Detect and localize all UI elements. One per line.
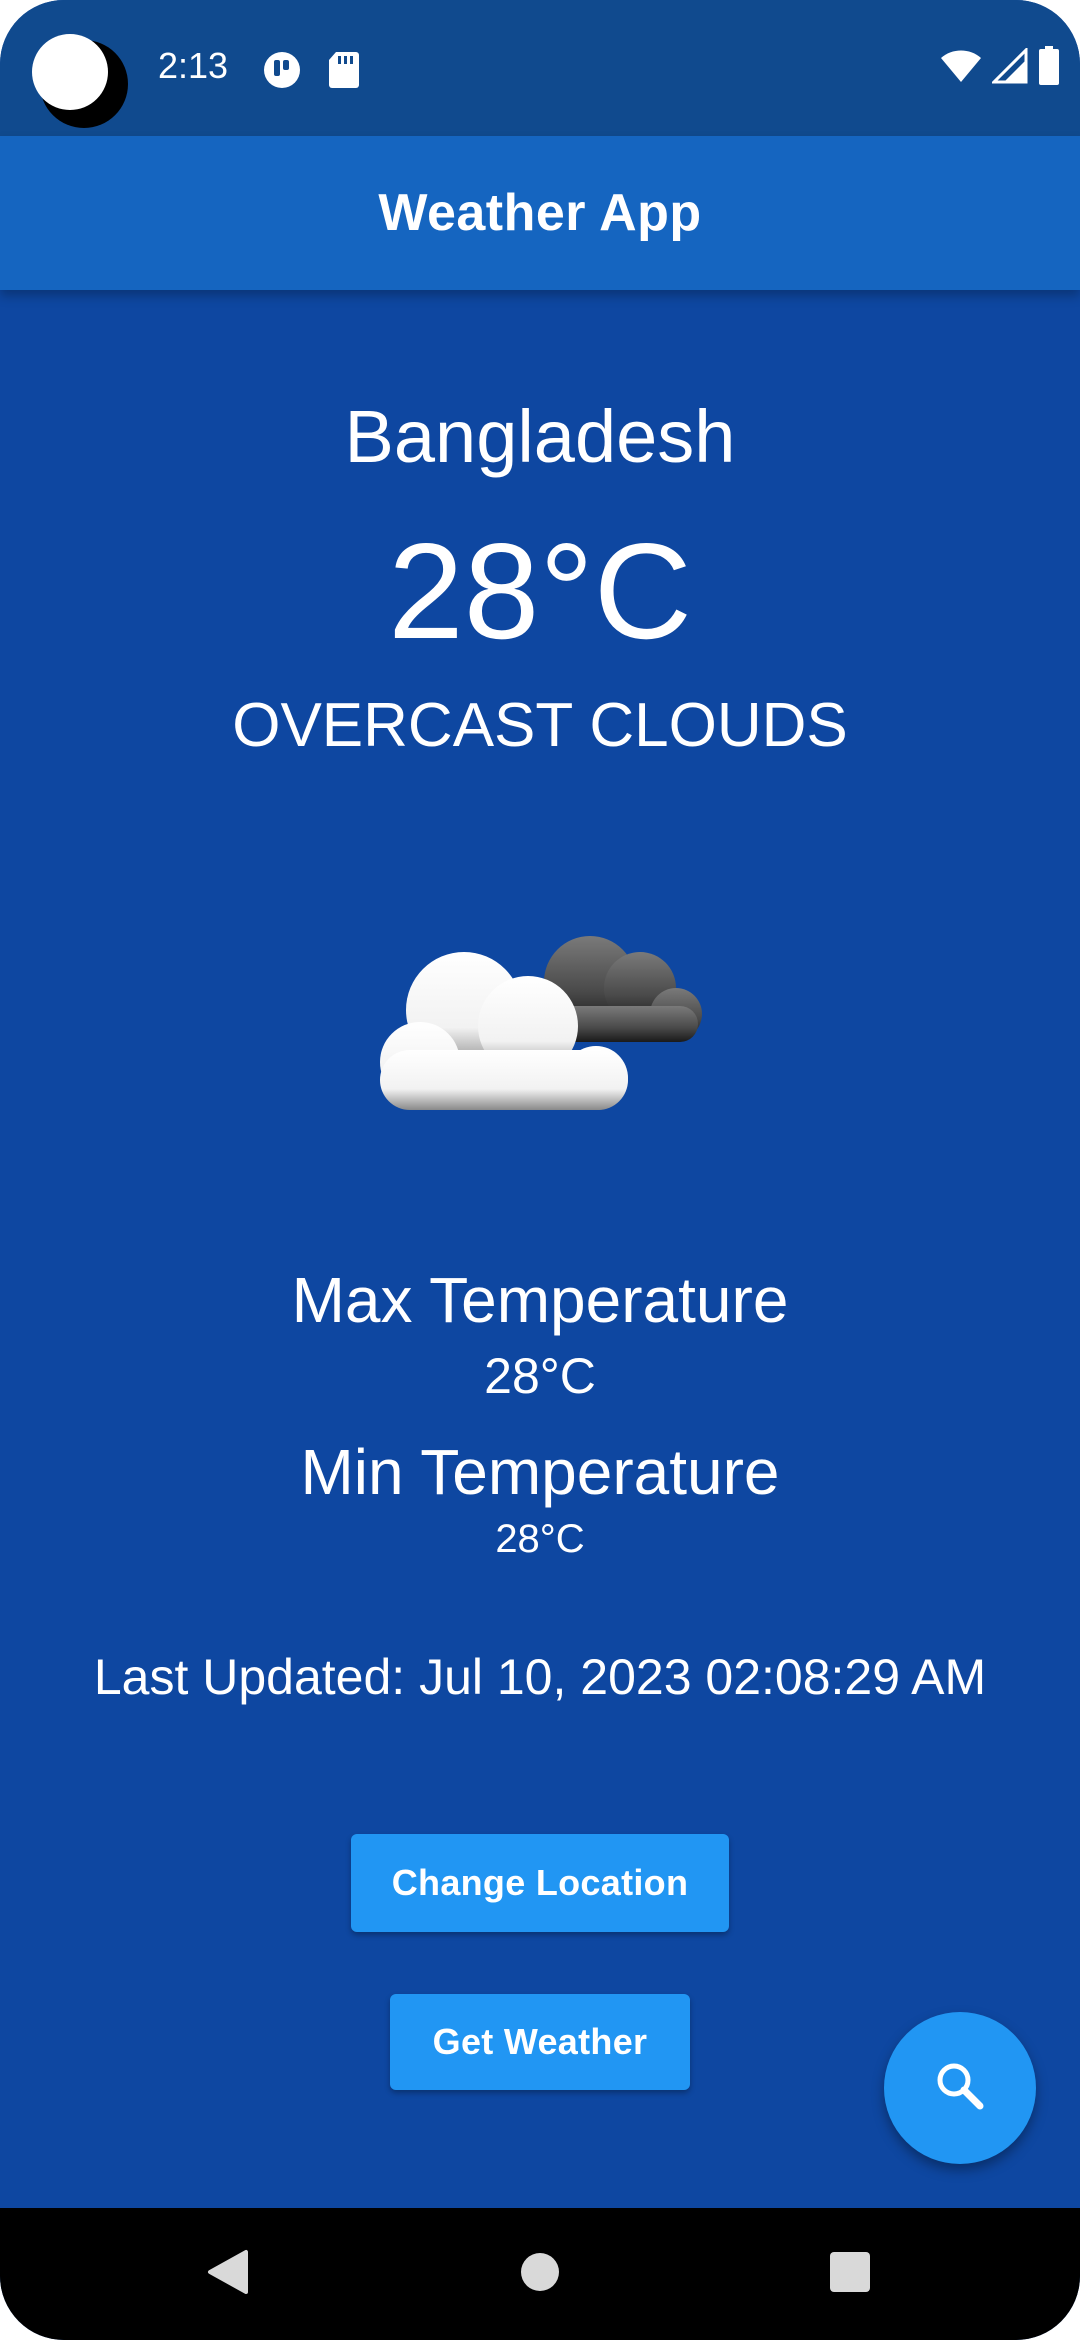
max-temperature-value: 28°C [484, 1348, 596, 1404]
battery-icon [1038, 46, 1060, 91]
home-icon [519, 2251, 561, 2298]
current-temperature: 28°C [388, 515, 692, 667]
notification-app-icon [262, 50, 302, 95]
recents-icon [829, 2251, 871, 2298]
recents-button[interactable] [818, 2242, 882, 2306]
location-name: Bangladesh [344, 395, 736, 478]
status-time: 2:13 [158, 45, 229, 86]
overcast-clouds-icon [368, 910, 728, 1130]
system-nav-bar [0, 2208, 1080, 2340]
sd-card-icon [328, 50, 360, 93]
search-icon [932, 2058, 988, 2119]
wifi-icon [940, 48, 982, 89]
min-temperature-value: 28°C [495, 1517, 585, 1561]
camera-cutout [32, 34, 128, 130]
phone-screen: 2:13 Weather App Bangladesh 28°C OVERCAS… [0, 0, 1080, 2340]
back-button[interactable] [196, 2242, 260, 2306]
max-temperature-label: Max Temperature [291, 1264, 789, 1336]
home-button[interactable] [508, 2242, 572, 2306]
app-bar: Weather App [0, 136, 1080, 290]
app-title: Weather App [378, 184, 702, 242]
signal-icon [990, 46, 1028, 89]
back-icon [206, 2248, 250, 2301]
last-updated-text: Last Updated: Jul 10, 2023 02:08:29 AM [93, 1649, 987, 1705]
status-icons-right [940, 46, 1060, 91]
search-fab-button[interactable] [884, 2012, 1036, 2164]
min-temperature-label: Min Temperature [300, 1436, 780, 1508]
get-weather-button[interactable]: Get Weather [390, 1994, 690, 2090]
change-location-button[interactable]: Change Location [351, 1834, 729, 1932]
status-bar: 2:13 [0, 0, 1080, 136]
weather-condition: OVERCAST CLOUDS [232, 691, 848, 760]
